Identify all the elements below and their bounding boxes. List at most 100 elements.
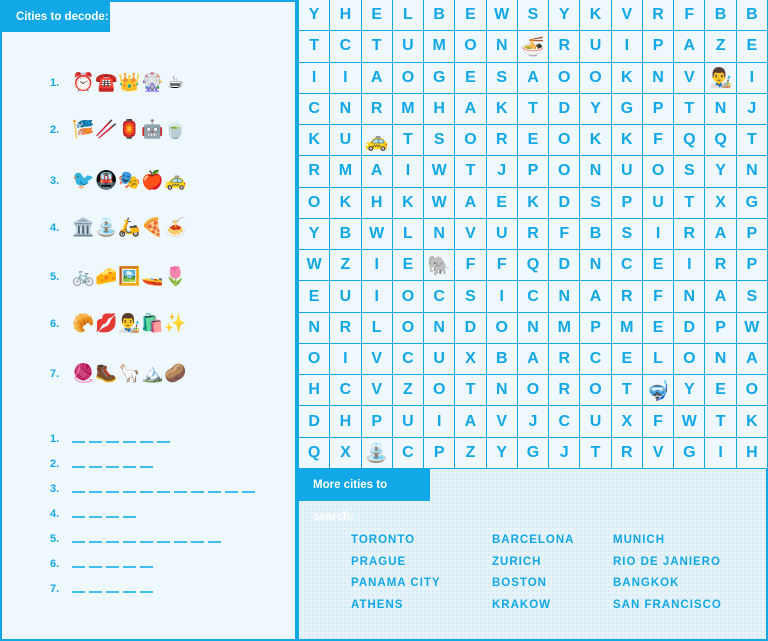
grid-cell[interactable]: M [424, 31, 456, 63]
grid-cell[interactable]: E [361, 0, 393, 32]
grid-cell[interactable]: N [642, 62, 675, 94]
grid-cell[interactable]: N [299, 312, 331, 344]
grid-cell[interactable]: G [674, 437, 706, 469]
grid-cell[interactable]: T [611, 375, 643, 407]
grid-cell[interactable]: E [455, 0, 487, 32]
grid-cell[interactable]: I [642, 218, 675, 251]
grid-cell[interactable]: Y [705, 156, 737, 188]
grid-cell[interactable]: E [517, 125, 550, 157]
grid-cell[interactable]: C [517, 281, 550, 313]
grid-cell[interactable]: G [611, 93, 643, 126]
grid-cell[interactable]: C [330, 375, 362, 407]
grid-cell[interactable]: I [361, 250, 393, 282]
grid-cell[interactable]: F [486, 250, 518, 282]
answer-blank[interactable] [123, 540, 136, 543]
grid-cell[interactable]: B [486, 343, 518, 376]
answer-row[interactable]: 6. [50, 555, 157, 570]
answer-blank[interactable] [174, 540, 187, 543]
grid-cell[interactable]: U [392, 31, 425, 63]
answer-blank[interactable] [140, 465, 153, 468]
grid-cell[interactable]: P [642, 93, 675, 126]
grid-cell[interactable]: D [549, 250, 581, 282]
grid-cell[interactable]: V [674, 62, 706, 94]
grid-cell[interactable]: T [392, 125, 425, 157]
grid-cell[interactable]: N [580, 250, 612, 282]
grid-cell[interactable]: V [486, 406, 518, 438]
grid-cell[interactable]: E [642, 250, 675, 282]
grid-cell[interactable]: H [299, 375, 331, 407]
grid-cell[interactable]: I [361, 281, 393, 313]
grid-cell[interactable]: N [580, 156, 612, 188]
grid-cell[interactable]: F [549, 218, 581, 251]
answer-row[interactable]: 3. [50, 480, 259, 495]
grid-cell[interactable]: R [549, 31, 581, 63]
answer-blank[interactable] [123, 490, 136, 493]
grid-emoji-icon[interactable]: 🤿 [642, 375, 675, 407]
grid-cell[interactable]: Z [705, 31, 737, 63]
grid-cell[interactable]: C [424, 281, 456, 313]
grid-cell[interactable]: A [455, 187, 487, 219]
grid-cell[interactable]: V [361, 343, 393, 376]
grid-cell[interactable]: R [611, 437, 643, 469]
answer-row[interactable]: 4. [50, 505, 140, 520]
grid-cell[interactable]: Q [517, 250, 550, 282]
grid-cell[interactable]: O [674, 343, 706, 376]
grid-cell[interactable]: S [736, 281, 768, 313]
grid-cell[interactable]: B [580, 218, 612, 251]
grid-cell[interactable]: L [392, 0, 425, 32]
grid-cell[interactable]: A [705, 218, 737, 251]
answer-blank[interactable] [208, 540, 221, 543]
grid-cell[interactable]: P [736, 250, 768, 282]
grid-cell[interactable]: A [736, 343, 768, 376]
grid-cell[interactable]: R [642, 0, 675, 32]
grid-cell[interactable]: O [580, 62, 612, 94]
grid-cell[interactable]: N [486, 31, 518, 63]
grid-cell[interactable]: G [736, 187, 768, 219]
answer-blank[interactable] [123, 565, 136, 568]
grid-cell[interactable]: H [361, 187, 393, 219]
grid-cell[interactable]: L [361, 312, 393, 344]
grid-cell[interactable]: G [424, 62, 456, 94]
grid-cell[interactable]: R [299, 156, 331, 188]
grid-cell[interactable]: I [611, 31, 643, 63]
grid-cell[interactable]: W [486, 0, 518, 32]
grid-cell[interactable]: N [736, 156, 768, 188]
grid-cell[interactable]: P [642, 31, 675, 63]
answer-blank[interactable] [89, 540, 102, 543]
answer-blank[interactable] [72, 440, 85, 443]
grid-cell[interactable]: N [705, 343, 737, 376]
grid-cell[interactable]: I [736, 62, 768, 94]
grid-cell[interactable]: M [392, 93, 425, 126]
grid-cell[interactable]: A [517, 343, 550, 376]
answer-blank[interactable] [140, 440, 153, 443]
grid-cell[interactable]: E [299, 281, 331, 313]
answer-blank[interactable] [157, 490, 170, 493]
answer-blank[interactable] [140, 565, 153, 568]
grid-cell[interactable]: W [736, 312, 768, 344]
answer-blank[interactable] [106, 440, 119, 443]
answer-blank[interactable] [89, 565, 102, 568]
grid-cell[interactable]: B [424, 0, 456, 32]
grid-cell[interactable]: W [424, 187, 456, 219]
grid-cell[interactable]: R [611, 281, 643, 313]
grid-cell[interactable]: D [299, 406, 331, 438]
grid-cell[interactable]: P [424, 437, 456, 469]
grid-cell[interactable]: Z [455, 437, 487, 469]
grid-cell[interactable]: O [580, 375, 612, 407]
grid-cell[interactable]: Q [674, 125, 706, 157]
grid-emoji-icon[interactable]: 🍜 [517, 31, 550, 63]
answer-blank[interactable] [72, 515, 85, 518]
answer-blank[interactable] [140, 490, 153, 493]
grid-cell[interactable]: N [674, 281, 706, 313]
grid-cell[interactable]: K [611, 125, 643, 157]
grid-cell[interactable]: S [517, 0, 550, 32]
grid-cell[interactable]: K [392, 187, 425, 219]
grid-cell[interactable]: T [674, 187, 706, 219]
answer-blank[interactable] [140, 540, 153, 543]
grid-cell[interactable]: S [611, 218, 643, 251]
grid-cell[interactable]: K [611, 62, 643, 94]
grid-cell[interactable]: K [330, 187, 362, 219]
answer-blank[interactable] [89, 465, 102, 468]
grid-cell[interactable]: D [455, 312, 487, 344]
grid-cell[interactable]: I [330, 343, 362, 376]
